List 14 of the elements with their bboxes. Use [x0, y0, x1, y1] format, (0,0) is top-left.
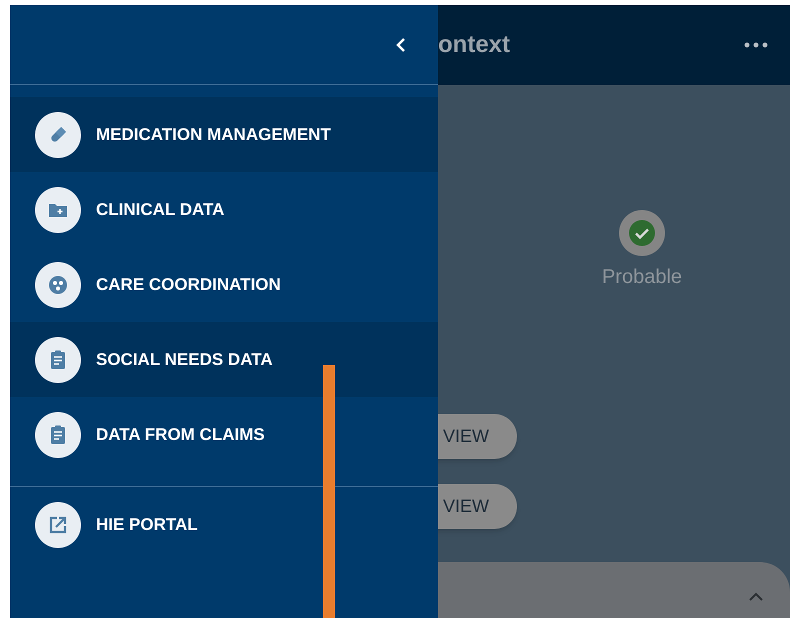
menu-item-label: CARE COORDINATION [96, 274, 281, 296]
menu-item[interactable]: SOCIAL NEEDS DATA [10, 322, 438, 397]
menu-item-label: CLINICAL DATA [96, 198, 224, 221]
menu-item-label: SOCIAL NEEDS DATA [96, 348, 273, 371]
page-title: ontext [438, 30, 510, 60]
check-circle-icon [629, 220, 655, 246]
caret-up-icon[interactable] [748, 592, 764, 602]
status-label: Probable [602, 265, 682, 290]
collapse-chevron-icon[interactable] [394, 36, 408, 52]
menu-item[interactable]: MEDICATION MANAGEMENT [10, 97, 438, 172]
menu-item-label: MEDICATION MANAGEMENT [96, 124, 331, 146]
menu-item-label: HIE PORTAL [96, 514, 198, 536]
more-icon[interactable] [744, 42, 768, 48]
menu-item-label: DATA FROM CLAIMS [96, 424, 265, 446]
